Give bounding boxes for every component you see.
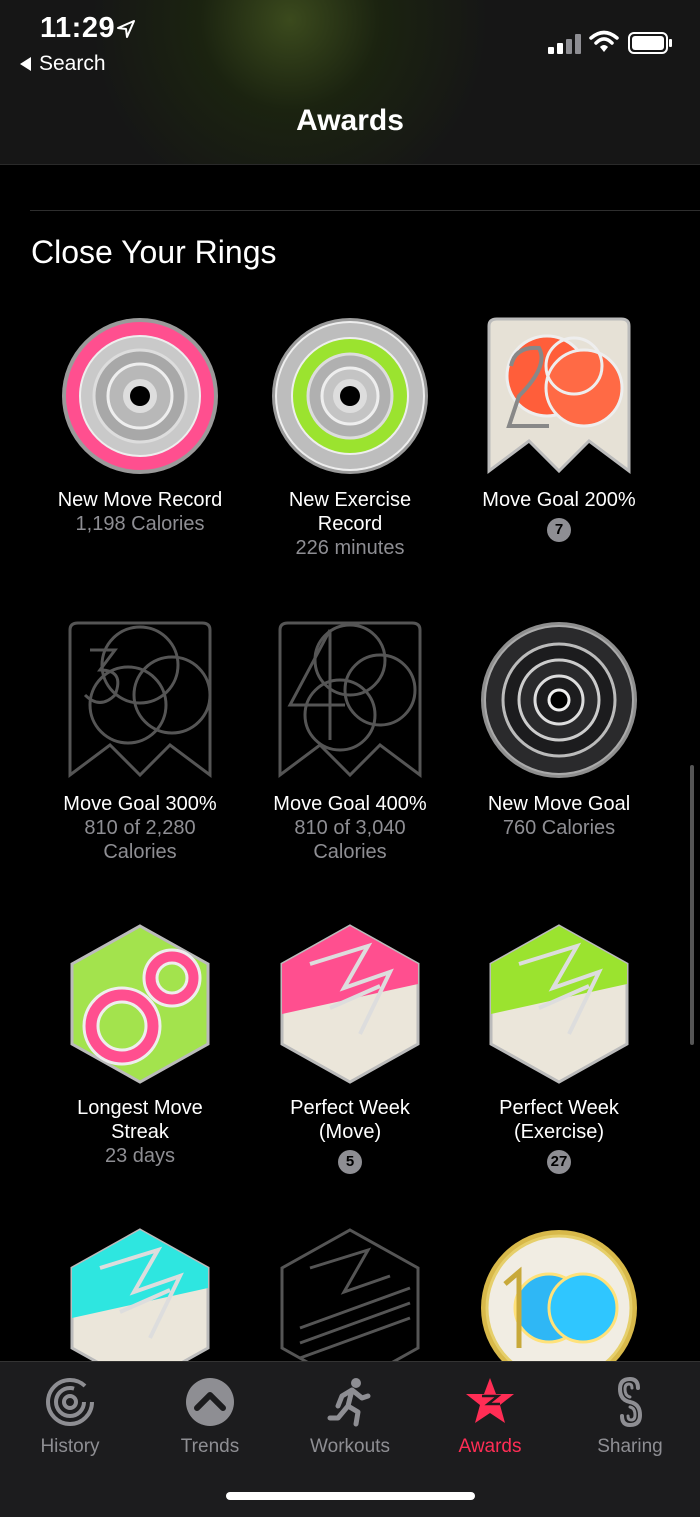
exercise-record-medal-icon [272,318,428,474]
perfect-week-exercise-badge-icon [489,924,629,1084]
section-divider [30,210,700,211]
move-record-medal-icon [62,318,218,474]
sharing-icon [617,1376,643,1428]
badge-detail: 226 minutes [295,537,405,559]
battery-icon [628,32,672,54]
badge-name: Move Goal 200% [482,489,636,511]
cellular-signal-icon [548,34,581,54]
badge-new-exercise-record[interactable]: New Exercise Record 226 minutes [245,316,455,560]
badge-detail: 810 of 2,280 Calories [84,817,196,863]
badge-perfect-week-exercise[interactable]: Perfect Week (Exercise) 27 [454,924,664,1174]
longest-move-streak-badge-icon [70,924,210,1084]
tab-label: History [40,1436,100,1457]
tab-history[interactable]: History [0,1376,140,1458]
navigation-header: 11:29 Search Awards [0,0,700,165]
move-goal-200-badge-icon [487,317,631,474]
badge-move-goal-300[interactable]: Move Goal 300% 810 of 2,280 Calories [35,620,245,864]
badge-name: Perfect Week (Exercise) [499,1097,619,1143]
tab-trends[interactable]: Trends [140,1376,280,1458]
badge-name: New Exercise Record [288,489,412,535]
tab-awards[interactable]: Awards [420,1376,560,1458]
badge-name: Move Goal 400% [273,793,427,815]
tab-sharing[interactable]: Sharing [560,1376,700,1458]
badge-detail: 810 of 3,040 Calories [294,817,406,863]
badge-name: New Move Goal [487,793,631,815]
tab-label: Awards [458,1436,522,1457]
tab-workouts[interactable]: Workouts [280,1376,420,1458]
history-rings-icon [46,1378,94,1426]
badge-perfect-week-move[interactable]: Perfect Week (Move) 5 [245,924,455,1174]
back-label: Search [39,52,106,75]
badge-new-move-goal[interactable]: New Move Goal 760 Calories [454,620,664,840]
badge-name: Longest Move Streak [77,1097,203,1143]
badge-count: 27 [546,1150,572,1174]
tab-label: Sharing [597,1436,663,1457]
back-triangle-icon [20,57,31,71]
status-time: 11:29 [40,12,116,44]
badge-name: New Move Record [57,489,223,511]
page-title: Awards [296,104,404,137]
scroll-indicator[interactable] [690,765,694,1045]
back-to-search-button[interactable]: Search [20,52,106,76]
award-star-icon [466,1378,514,1423]
trends-chevron-icon [186,1378,234,1426]
home-indicator[interactable] [226,1492,475,1500]
badge-count: 7 [547,518,571,542]
badge-name: Perfect Week (Move) [290,1097,410,1143]
perfect-week-move-badge-icon [280,924,420,1084]
badge-move-goal-200[interactable]: Move Goal 200% 7 [454,316,664,542]
tab-label: Workouts [310,1436,390,1457]
badge-detail: 23 days [104,1145,176,1167]
location-arrow-icon [117,20,135,38]
badge-move-goal-400[interactable]: Move Goal 400% 810 of 3,040 Calories [245,620,455,864]
badge-detail: 1,198 Calories [75,513,205,535]
tab-label: Trends [180,1436,240,1457]
badge-longest-move-streak[interactable]: Longest Move Streak 23 days [35,924,245,1168]
badge-new-move-record[interactable]: New Move Record 1,198 Calories [35,316,245,536]
badge-detail: 760 Calories [502,817,616,839]
badge-name: Move Goal 300% [63,793,217,815]
wifi-icon [589,30,619,52]
section-title: Close Your Rings [31,234,277,270]
move-goal-400-outline-badge-icon [278,621,422,778]
running-figure-icon [327,1378,371,1427]
move-goal-300-outline-badge-icon [68,621,212,778]
new-move-goal-medal-icon [481,622,637,778]
badge-count: 5 [338,1150,362,1174]
